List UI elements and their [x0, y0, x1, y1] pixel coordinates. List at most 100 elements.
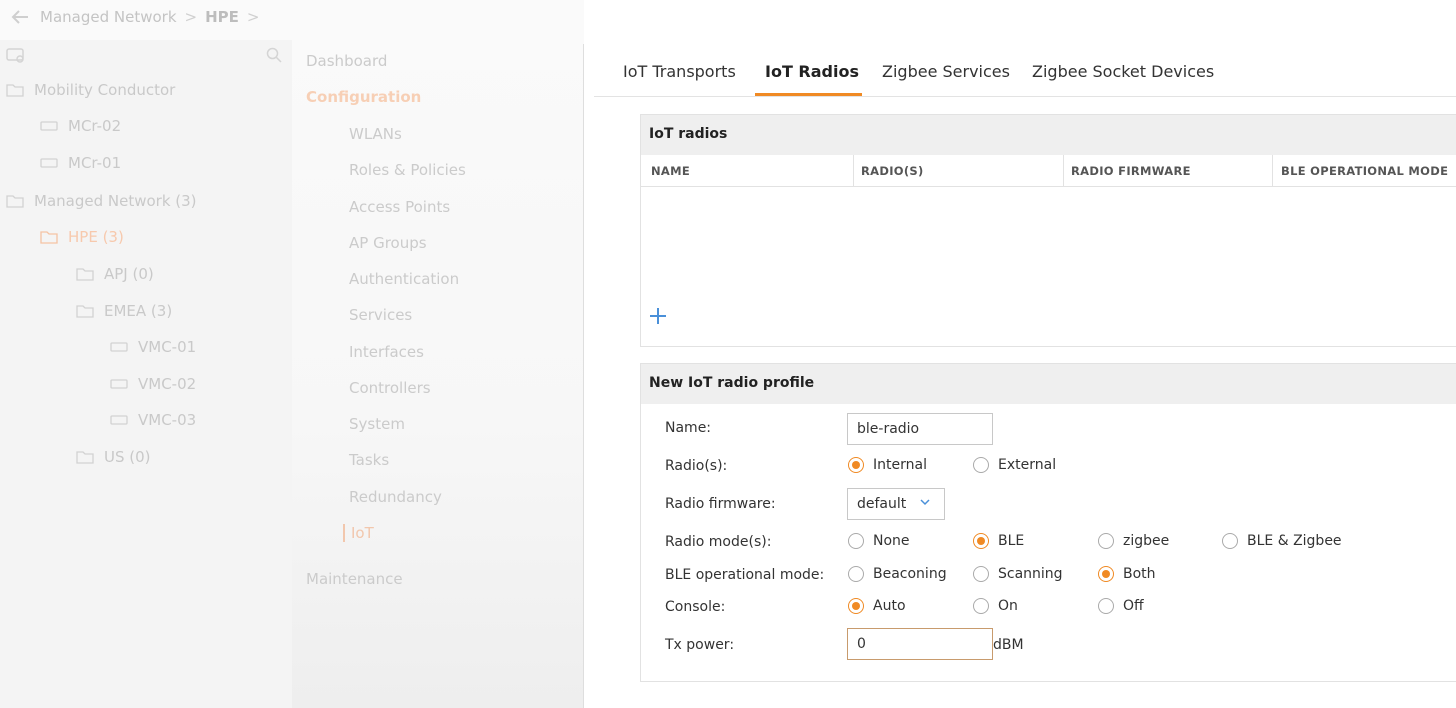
nav-item-interfaces[interactable]: Interfaces	[349, 343, 424, 361]
column-header-radios[interactable]: RADIO(S)	[851, 155, 1061, 187]
radio-mode-zigbee[interactable]: zigbee	[1098, 533, 1169, 549]
radio-label: Off	[1123, 598, 1144, 614]
radio-label: External	[998, 457, 1057, 473]
device-tree: Mobility Conductor MCr-02 MCr-01 Managed…	[0, 40, 292, 708]
name-input[interactable]: ble-radio	[847, 413, 993, 445]
column-header-name[interactable]: NAME	[641, 155, 851, 187]
iot-radios-panel: IoT radios NAME RADIO(S) RADIO FIRMWARE …	[640, 114, 1456, 347]
radio-label: Internal	[873, 457, 927, 473]
tree-item-label: APJ (0)	[104, 265, 154, 283]
radio-button	[973, 457, 989, 473]
radio-label: On	[998, 598, 1018, 614]
new-iot-radio-profile-panel: New IoT radio profile Name: ble-radio Ra…	[640, 363, 1456, 682]
tab-zigbee-socket-devices[interactable]: Zigbee Socket Devices	[1032, 62, 1214, 81]
radio-ble-both[interactable]: Both	[1098, 566, 1156, 582]
breadcrumb-root[interactable]: Managed Network	[40, 8, 177, 26]
search-icon[interactable]	[266, 47, 282, 67]
radio-ble-scanning[interactable]: Scanning	[973, 566, 1063, 582]
nav-maintenance[interactable]: Maintenance	[306, 570, 403, 588]
tree-item-mcr-01[interactable]: MCr-01	[40, 151, 121, 175]
tree-item-managed-network[interactable]: Managed Network (3)	[6, 189, 197, 213]
tree-item-mcr-02[interactable]: MCr-02	[40, 114, 121, 138]
tab-iot-transports[interactable]: IoT Transports	[623, 62, 736, 81]
nav-item-redundancy[interactable]: Redundancy	[349, 488, 442, 506]
tree-item-label: Managed Network (3)	[34, 192, 197, 210]
nav-item-roles-policies[interactable]: Roles & Policies	[349, 161, 466, 179]
nav-configuration[interactable]: Configuration	[306, 88, 421, 106]
tree-item-mobility-conductor[interactable]: Mobility Conductor	[6, 78, 175, 102]
breadcrumb-current[interactable]: HPE	[205, 8, 239, 26]
folder-icon	[40, 229, 60, 245]
controller-icon	[110, 412, 130, 428]
radio-external[interactable]: External	[973, 457, 1056, 473]
column-header-radio-firmware[interactable]: RADIO FIRMWARE	[1061, 155, 1271, 187]
firmware-value: default	[857, 496, 907, 512]
nav-item-authentication[interactable]: Authentication	[349, 270, 459, 288]
folder-icon	[76, 266, 96, 282]
tree-item-us[interactable]: US (0)	[76, 445, 151, 469]
radio-console-on[interactable]: On	[973, 598, 1018, 614]
radio-label: None	[873, 533, 910, 549]
radio-button	[848, 566, 864, 582]
radio-button	[1098, 533, 1114, 549]
nav-item-iot[interactable]: IoT	[343, 524, 374, 542]
tree-item-emea[interactable]: EMEA (3)	[76, 299, 172, 323]
radio-mode-label: Radio mode(s):	[665, 534, 772, 550]
firmware-select[interactable]: default	[847, 488, 945, 520]
tree-filter-icon[interactable]	[6, 47, 26, 69]
tx-power-row: Tx power: 0 dBM	[641, 628, 1456, 660]
radio-internal[interactable]: Internal	[848, 457, 927, 473]
tree-item-apj[interactable]: APJ (0)	[76, 262, 154, 286]
tab-iot-radios[interactable]: IoT Radios	[765, 62, 859, 81]
radio-label: BLE & Zigbee	[1247, 533, 1342, 549]
folder-icon	[6, 193, 26, 209]
radio-label: Both	[1123, 566, 1156, 582]
nav-item-system[interactable]: System	[349, 415, 405, 433]
tree-item-vmc-03[interactable]: VMC-03	[110, 408, 196, 432]
column-header-ble-operational-mode[interactable]: BLE OPERATIONAL MODE	[1271, 155, 1456, 187]
firmware-row: Radio firmware: default	[641, 488, 1456, 520]
nav-item-controllers[interactable]: Controllers	[349, 379, 431, 397]
breadcrumb-separator: >	[246, 8, 260, 26]
nav-item-access-points[interactable]: Access Points	[349, 198, 450, 216]
radio-mode-ble[interactable]: BLE	[973, 533, 1024, 549]
nav-item-ap-groups[interactable]: AP Groups	[349, 234, 427, 252]
breadcrumb: Managed Network > HPE >	[10, 6, 267, 28]
back-arrow-icon[interactable]	[10, 7, 30, 27]
iot-radios-title: IoT radios	[641, 115, 1456, 155]
radio-mode-ble-zigbee[interactable]: BLE & Zigbee	[1222, 533, 1342, 549]
nav-item-tasks[interactable]: Tasks	[349, 451, 389, 469]
nav-item-wlans[interactable]: WLANs	[349, 125, 402, 143]
tree-search-bar[interactable]	[0, 40, 292, 72]
radio-button-checked	[1098, 566, 1114, 582]
radio-button	[1098, 598, 1114, 614]
radio-button	[848, 533, 864, 549]
radio-label: zigbee	[1123, 533, 1170, 549]
tree-item-hpe[interactable]: HPE (3)	[40, 225, 124, 249]
radio-mode-none[interactable]: None	[848, 533, 910, 549]
name-row: Name: ble-radio	[641, 413, 1456, 445]
nav-dashboard[interactable]: Dashboard	[306, 52, 387, 70]
tree-item-label: US (0)	[104, 448, 151, 466]
tree-item-label: Mobility Conductor	[34, 81, 176, 99]
tree-item-label: MCr-01	[68, 154, 122, 172]
tab-zigbee-services[interactable]: Zigbee Services	[882, 62, 1010, 81]
tree-item-vmc-02[interactable]: VMC-02	[110, 372, 196, 396]
ble-mode-label: BLE operational mode:	[665, 567, 825, 583]
add-icon[interactable]	[648, 306, 668, 326]
nav-item-services[interactable]: Services	[349, 306, 412, 324]
active-tab-indicator	[755, 93, 862, 96]
tx-power-input[interactable]: 0	[847, 628, 993, 660]
config-navigation: Dashboard Configuration WLANs Roles & Po…	[292, 40, 584, 708]
tree-item-label: MCr-02	[68, 117, 122, 135]
tree-item-label: VMC-03	[138, 411, 197, 429]
tree-item-vmc-01[interactable]: VMC-01	[110, 335, 196, 359]
radio-label: BLE	[998, 533, 1025, 549]
folder-icon	[76, 303, 96, 319]
radio-ble-beaconing[interactable]: Beaconing	[848, 566, 947, 582]
radio-console-auto[interactable]: Auto	[848, 598, 906, 614]
radio-console-off[interactable]: Off	[1098, 598, 1144, 614]
console-row: Console: Auto On Off	[641, 597, 1456, 627]
column-divider	[583, 44, 584, 708]
folder-icon	[76, 449, 96, 465]
